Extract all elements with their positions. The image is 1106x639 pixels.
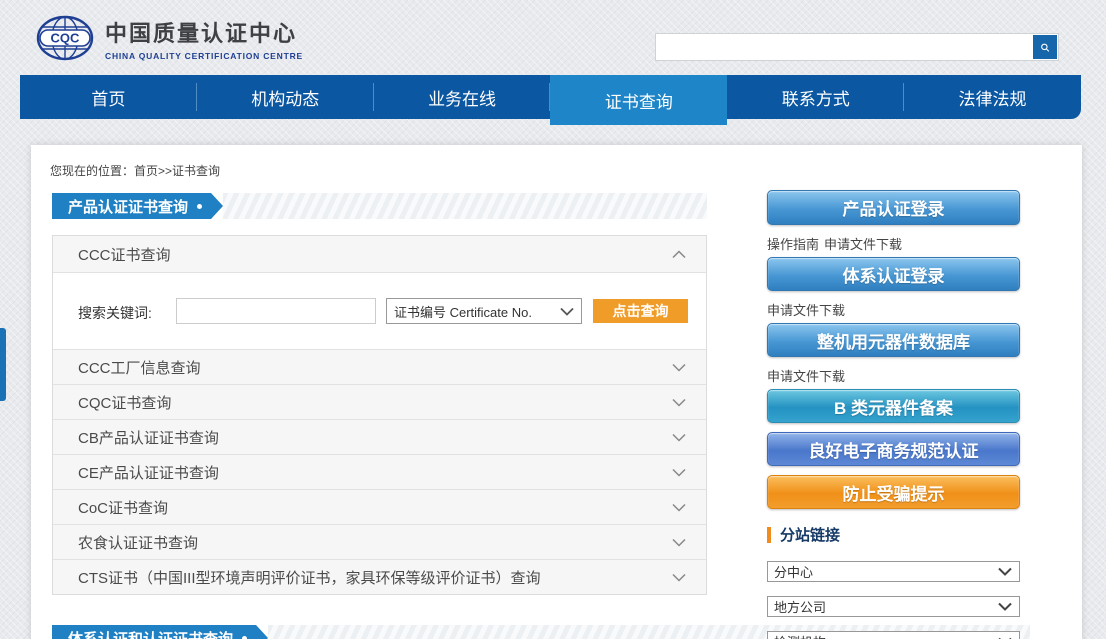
application-download-link[interactable]: 申请文件下载: [767, 366, 845, 385]
keyword-label: 搜索关键词:: [78, 303, 152, 323]
chevron-down-icon: [672, 433, 686, 442]
application-download-link[interactable]: 申请文件下载: [824, 234, 902, 253]
chevron-down-icon: [998, 567, 1012, 576]
accordion-item-ccc-factory[interactable]: CCC工厂信息查询: [53, 349, 706, 384]
side-float-tab[interactable]: [0, 328, 6, 401]
ccc-query-panel: 搜索关键词: 证书编号 Certificate No. 点击查询: [53, 272, 706, 349]
accordion-item-ccc-certificate[interactable]: CCC证书查询: [53, 236, 706, 272]
page: CQC 中国质量认证中心 CHINA QUALITY CERTIFICATION…: [0, 0, 1106, 639]
ribbon-arrow-icon: [256, 625, 268, 639]
heading-marker-icon: [767, 527, 771, 543]
site-subtitle: CHINA QUALITY CERTIFICATION CENTRE: [105, 51, 303, 61]
chevron-down-icon: [672, 363, 686, 372]
query-button[interactable]: 点击查询: [593, 299, 688, 323]
product-cert-section-header: 产品认证证书查询: [52, 193, 707, 219]
ribbon-dot-icon: [197, 204, 202, 209]
operation-guide-link[interactable]: 操作指南: [767, 234, 819, 253]
ribbon-dot-icon: [242, 636, 247, 639]
breadcrumb: 您现在的位置：首页>>证书查询: [50, 162, 220, 179]
chevron-down-icon: [560, 307, 574, 316]
site-search: [655, 33, 1059, 61]
keyword-input[interactable]: [176, 298, 376, 324]
ribbon-stripes: [223, 193, 707, 219]
section-title: 体系认证和认证证书查询: [68, 628, 233, 639]
local-company-select[interactable]: 地方公司: [767, 596, 1020, 617]
search-button[interactable]: [1033, 35, 1057, 59]
main-nav: 首页 机构动态 业务在线 证书查询 联系方式 法律法规: [20, 75, 1081, 119]
accordion-item-cb-certificate[interactable]: CB产品认证证书查询: [53, 419, 706, 454]
certificate-type-select[interactable]: 证书编号 Certificate No.: [386, 298, 582, 324]
ribbon-arrow-icon: [211, 193, 223, 219]
site-title: 中国质量认证中心: [105, 16, 303, 48]
accordion-item-cts-certificate[interactable]: CTS证书（中国III型环境声明评价证书，家具环保等级评价证书）查询: [53, 559, 706, 594]
chevron-down-icon: [672, 503, 686, 512]
accordion-item-agrifood-certificate[interactable]: 农食认证证书查询: [53, 524, 706, 559]
chevron-down-icon: [672, 538, 686, 547]
section-title: 产品认证证书查询: [68, 196, 188, 217]
chevron-down-icon: [672, 468, 686, 477]
nav-item-home[interactable]: 首页: [20, 75, 197, 119]
breadcrumb-prefix: 您现在的位置：: [50, 164, 134, 178]
site-logo[interactable]: CQC 中国质量认证中心 CHINA QUALITY CERTIFICATION…: [35, 15, 303, 61]
nav-item-contact[interactable]: 联系方式: [727, 75, 904, 119]
nav-item-online-business[interactable]: 业务在线: [374, 75, 551, 119]
application-download-link[interactable]: 申请文件下载: [767, 300, 845, 319]
branch-links-heading: 分站链接: [767, 524, 840, 545]
accordion-item-ce-certificate[interactable]: CE产品认证证书查询: [53, 454, 706, 489]
fraud-prevention-button[interactable]: 防止受骗提示: [767, 475, 1020, 509]
cqc-globe-icon: CQC: [35, 15, 95, 61]
product-cert-login-button[interactable]: 产品认证登录: [767, 190, 1020, 225]
search-icon: [1038, 43, 1052, 52]
chevron-down-icon: [998, 602, 1012, 611]
component-database-button[interactable]: 整机用元器件数据库: [767, 323, 1020, 357]
chevron-up-icon: [672, 250, 686, 259]
chevron-down-icon: [672, 398, 686, 407]
accordion-item-cqc-certificate[interactable]: CQC证书查询: [53, 384, 706, 419]
ecommerce-certification-button[interactable]: 良好电子商务规范认证: [767, 432, 1020, 466]
chevron-down-icon: [672, 573, 686, 582]
svg-text:CQC: CQC: [51, 31, 81, 46]
branch-center-select[interactable]: 分中心: [767, 561, 1020, 582]
nav-item-news[interactable]: 机构动态: [197, 75, 374, 119]
certificate-query-accordion: CCC证书查询 搜索关键词: 证书编号 Certificate No. 点击查询…: [52, 235, 707, 595]
nav-item-certificate-query[interactable]: 证书查询: [550, 75, 727, 125]
testing-agency-select[interactable]: 检测机构: [767, 631, 1020, 639]
nav-item-laws[interactable]: 法律法规: [904, 75, 1081, 119]
accordion-item-coc-certificate[interactable]: CoC证书查询: [53, 489, 706, 524]
system-cert-login-button[interactable]: 体系认证登录: [767, 257, 1020, 291]
class-b-component-filing-button[interactable]: B 类元器件备案: [767, 389, 1020, 423]
breadcrumb-path[interactable]: 首页>>证书查询: [134, 164, 220, 178]
search-input[interactable]: [656, 36, 1033, 58]
